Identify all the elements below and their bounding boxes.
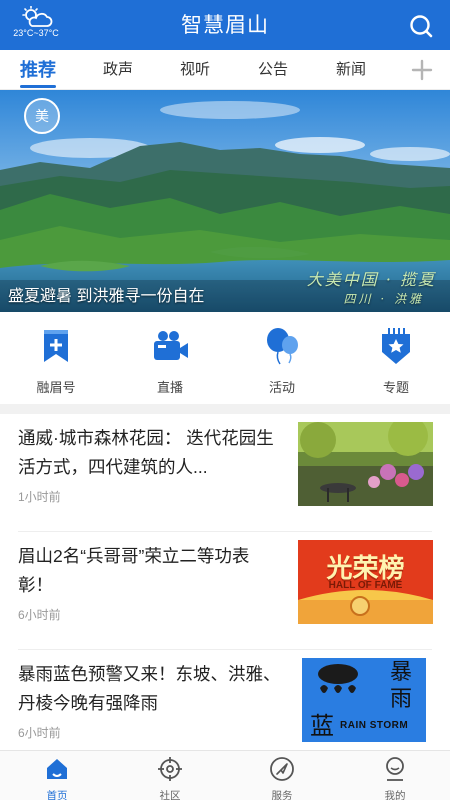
- service-icon: [270, 757, 294, 781]
- nav-service[interactable]: 服务: [242, 751, 322, 800]
- thumb-char-yu: 雨: [389, 686, 412, 711]
- news-item[interactable]: 通威·城市森林花园： 迭代花园生活方式，四代建筑的人... 1小时前: [0, 414, 450, 532]
- nav-label: 服务: [271, 790, 293, 800]
- hero-banner[interactable]: 美 大美中国 · 揽夏 四川 · 洪雅 盛夏避暑 到洪雅寻一份自在: [0, 90, 450, 312]
- nav-label: 我的: [384, 790, 406, 800]
- add-tab-icon[interactable]: [410, 58, 434, 82]
- quick-nav: 融眉号 直播 活动 专题: [0, 312, 450, 404]
- banner-calligraphy-line1: 大美中国 · 揽夏: [306, 270, 436, 289]
- news-thumbnail: 暴 雨 蓝 RAIN STORM: [302, 658, 426, 742]
- quick-item-rongmei[interactable]: 融眉号: [6, 312, 106, 404]
- nav-community[interactable]: 社区: [130, 751, 210, 800]
- thumb-banner-subtext: HALL OF FAME: [328, 580, 403, 591]
- tab-video[interactable]: 视听: [163, 50, 227, 90]
- section-divider: [0, 404, 450, 414]
- news-thumbnail: [298, 422, 433, 506]
- news-title: 眉山2名“兵哥哥”荣立二等功表彰！: [18, 546, 250, 595]
- news-time: 6小时前: [18, 608, 61, 622]
- news-title: 通威·城市森林花园： 迭代花园生活方式，四代建筑的人...: [18, 428, 274, 477]
- thumb-char-lan: 蓝: [310, 713, 334, 740]
- home-icon: [47, 759, 67, 779]
- bookmark-plus-icon: [44, 330, 68, 362]
- quick-item-topic[interactable]: 专题: [346, 312, 446, 404]
- banner-caption: 盛夏避暑 到洪雅寻一份自在: [8, 288, 205, 305]
- app-title: 智慧眉山: [181, 14, 269, 37]
- news-time: 6小时前: [18, 726, 61, 740]
- svg-text:美: 美: [35, 109, 49, 125]
- quick-item-activity[interactable]: 活动: [232, 312, 332, 404]
- quick-item-label: 活动: [268, 380, 295, 395]
- nav-profile[interactable]: 我的: [355, 751, 435, 800]
- news-thumbnail: 光荣榜 HALL OF FAME: [298, 540, 433, 624]
- balloons-icon: [267, 328, 298, 365]
- quick-item-live[interactable]: 直播: [120, 312, 220, 404]
- badge-star-icon: [382, 328, 410, 364]
- news-time: 1小时前: [18, 490, 61, 504]
- news-item[interactable]: 眉山2名“兵哥哥”荣立二等功表彰！ 6小时前 光荣榜 HALL OF FAME: [0, 532, 450, 650]
- profile-icon: [386, 757, 404, 781]
- bottom-nav: 首页 社区 服务 我的: [0, 750, 450, 800]
- nav-label: 社区: [159, 790, 181, 800]
- app-header: 23°C~37°C 智慧眉山: [0, 0, 450, 50]
- tab-notice[interactable]: 公告: [241, 50, 305, 90]
- thumb-rainstorm-text: RAIN STORM: [340, 720, 409, 731]
- search-icon[interactable]: [408, 13, 434, 39]
- tab-recommend[interactable]: 推荐: [6, 50, 70, 90]
- banner-logo: 美: [24, 98, 60, 134]
- category-tabs: 推荐 政声 视听 公告 新闻: [0, 50, 450, 90]
- community-icon: [158, 757, 182, 781]
- tab-politics[interactable]: 政声: [86, 50, 150, 90]
- nav-home[interactable]: 首页: [17, 751, 97, 800]
- quick-item-label: 专题: [382, 380, 409, 395]
- tab-news[interactable]: 新闻: [319, 50, 383, 90]
- video-camera-icon: [154, 331, 188, 360]
- quick-item-label: 直播: [156, 380, 183, 395]
- nav-label: 首页: [46, 790, 68, 800]
- banner-calligraphy-line2: 四川 · 洪雅: [343, 292, 424, 306]
- news-title: 暴雨蓝色预警又来！东坡、洪雅、丹棱今晚有强降雨: [18, 664, 281, 713]
- quick-item-label: 融眉号: [36, 380, 76, 395]
- thumb-char-bao: 暴: [389, 659, 412, 684]
